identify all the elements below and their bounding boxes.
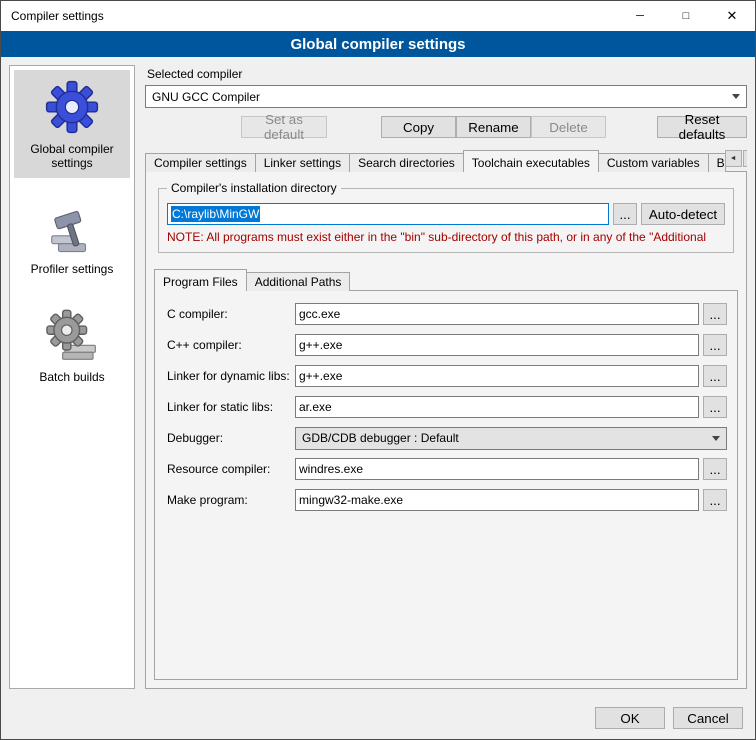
field-row-debugger: Debugger: GDB/CDB debugger : Default: [167, 427, 727, 449]
linker-dynamic-browse-button[interactable]: ...: [703, 365, 727, 387]
installation-directory-group-title: Compiler's installation directory: [167, 181, 341, 195]
profiler-tool-icon: [45, 202, 99, 256]
sidebar-item-batch-builds[interactable]: Batch builds: [14, 300, 130, 392]
make-program-browse-button[interactable]: ...: [703, 489, 727, 511]
installation-directory-group: Compiler's installation directory C:\ray…: [158, 188, 734, 253]
program-files-page: C compiler: gcc.exe ... C++ compiler: g+…: [154, 290, 738, 680]
tab-custom-variables[interactable]: Custom variables: [598, 153, 709, 172]
tab-scroll-right-icon[interactable]: ►: [743, 150, 747, 167]
tab-scroll-buttons: ◄ ►: [725, 150, 747, 167]
sidebar-item-label: Profiler settings: [31, 262, 114, 276]
tab-linker-settings[interactable]: Linker settings: [255, 153, 350, 172]
delete-button[interactable]: Delete: [531, 116, 606, 138]
field-row-make-program: Make program: mingw32-make.exe ...: [167, 489, 727, 511]
cpp-compiler-browse-button[interactable]: ...: [703, 334, 727, 356]
linker-static-value: ar.exe: [299, 400, 332, 414]
tab-additional-paths[interactable]: Additional Paths: [246, 272, 351, 291]
field-label: Resource compiler:: [167, 462, 295, 476]
sidebar-item-global-compiler-settings[interactable]: Global compiler settings: [14, 70, 130, 178]
settings-sidebar: Global compiler settings Profiler settin…: [9, 65, 135, 689]
field-row-linker-static: Linker for static libs: ar.exe ...: [167, 396, 727, 418]
field-label: C++ compiler:: [167, 338, 295, 352]
title-bar: Compiler settings ─ □ ✕: [1, 1, 755, 31]
field-label: Make program:: [167, 493, 295, 507]
sidebar-item-label: Batch builds: [39, 370, 104, 384]
install-dir-browse-button[interactable]: ...: [613, 203, 637, 225]
debugger-select-value: GDB/CDB debugger : Default: [302, 431, 706, 445]
compiler-select[interactable]: GNU GCC Compiler: [145, 85, 747, 108]
field-label: Linker for dynamic libs:: [167, 369, 295, 383]
resource-compiler-input[interactable]: windres.exe: [295, 458, 699, 480]
compiler-tabs: Compiler settings Linker settings Search…: [145, 150, 747, 172]
bin-subdirectory-note: NOTE: All programs must exist either in …: [167, 230, 725, 244]
sidebar-item-profiler-settings[interactable]: Profiler settings: [14, 194, 130, 284]
c-compiler-value: gcc.exe: [299, 307, 340, 321]
field-row-cpp-compiler: C++ compiler: g++.exe ...: [167, 334, 727, 356]
compiler-settings-window: Compiler settings ─ □ ✕ Global compiler …: [0, 0, 756, 740]
field-label: Debugger:: [167, 431, 295, 445]
c-compiler-browse-button[interactable]: ...: [703, 303, 727, 325]
field-row-c-compiler: C compiler: gcc.exe ...: [167, 303, 727, 325]
program-tabs: Program Files Additional Paths: [154, 269, 738, 291]
compiler-actions: Set as default Copy Rename Delete Reset …: [145, 116, 747, 138]
cpp-compiler-input[interactable]: g++.exe: [295, 334, 699, 356]
debugger-select[interactable]: GDB/CDB debugger : Default: [295, 427, 727, 450]
copy-button[interactable]: Copy: [381, 116, 456, 138]
field-label: C compiler:: [167, 307, 295, 321]
tab-program-files[interactable]: Program Files: [154, 269, 247, 291]
tab-build-options[interactable]: Buil: [708, 153, 726, 172]
install-dir-value: C:\raylib\MinGW: [171, 206, 260, 222]
tab-compiler-settings[interactable]: Compiler settings: [145, 153, 256, 172]
sidebar-item-label: Global compiler settings: [16, 142, 128, 170]
installation-directory-row: C:\raylib\MinGW ... Auto-detect: [167, 203, 725, 225]
selected-compiler-label: Selected compiler: [147, 67, 747, 81]
reset-defaults-button[interactable]: Reset defaults: [657, 116, 747, 138]
cpp-compiler-value: g++.exe: [299, 338, 342, 352]
linker-dynamic-value: g++.exe: [299, 369, 342, 383]
field-label: Linker for static libs:: [167, 400, 295, 414]
c-compiler-input[interactable]: gcc.exe: [295, 303, 699, 325]
linker-static-input[interactable]: ar.exe: [295, 396, 699, 418]
toolchain-executables-page: Compiler's installation directory C:\ray…: [145, 171, 747, 689]
auto-detect-button[interactable]: Auto-detect: [641, 203, 725, 225]
field-row-resource-compiler: Resource compiler: windres.exe ...: [167, 458, 727, 480]
close-icon[interactable]: ✕: [709, 1, 755, 31]
make-program-input[interactable]: mingw32-make.exe: [295, 489, 699, 511]
blue-gear-icon: [43, 78, 101, 136]
dialog-footer: OK Cancel: [1, 697, 755, 739]
linker-static-browse-button[interactable]: ...: [703, 396, 727, 418]
tab-toolchain-executables[interactable]: Toolchain executables: [463, 150, 599, 172]
window-title: Compiler settings: [1, 9, 104, 23]
install-dir-input[interactable]: C:\raylib\MinGW: [167, 203, 609, 225]
chevron-down-icon: [712, 436, 720, 441]
page-title: Global compiler settings: [1, 31, 755, 57]
main-panel: Selected compiler GNU GCC Compiler Set a…: [145, 65, 747, 689]
rename-button[interactable]: Rename: [456, 116, 531, 138]
field-row-linker-dynamic: Linker for dynamic libs: g++.exe ...: [167, 365, 727, 387]
ok-button[interactable]: OK: [595, 707, 665, 729]
linker-dynamic-input[interactable]: g++.exe: [295, 365, 699, 387]
gray-gear-icon: [44, 308, 100, 364]
window-controls: ─ □ ✕: [617, 1, 755, 31]
resource-compiler-value: windres.exe: [299, 462, 363, 476]
tab-scroll-left-icon[interactable]: ◄: [725, 150, 742, 167]
tab-search-directories[interactable]: Search directories: [349, 153, 464, 172]
cancel-button[interactable]: Cancel: [673, 707, 743, 729]
maximize-icon[interactable]: □: [663, 1, 709, 31]
resource-compiler-browse-button[interactable]: ...: [703, 458, 727, 480]
chevron-down-icon: [732, 94, 740, 99]
minimize-icon[interactable]: ─: [617, 1, 663, 31]
set-as-default-button[interactable]: Set as default: [241, 116, 327, 138]
dialog-content: Global compiler settings Profiler settin…: [1, 57, 755, 697]
compiler-select-value: GNU GCC Compiler: [152, 90, 726, 104]
make-program-value: mingw32-make.exe: [299, 493, 403, 507]
